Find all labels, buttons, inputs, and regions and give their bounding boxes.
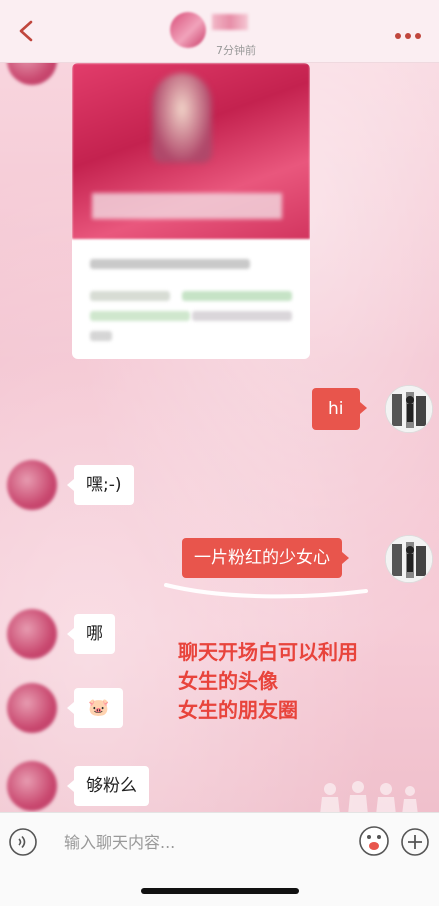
user-avatar[interactable] <box>385 385 433 433</box>
contact-avatar[interactable] <box>170 12 206 48</box>
annotation-line: 女生的头像 <box>178 669 278 693</box>
shared-moment-card[interactable] <box>72 63 310 359</box>
home-indicator[interactable] <box>141 888 299 894</box>
contact-avatar[interactable] <box>7 683 57 733</box>
chevron-left-icon[interactable] <box>16 20 38 42</box>
annotation-line: 女生的朋友圈 <box>178 698 298 722</box>
plus-icon[interactable] <box>400 827 430 857</box>
annotation-text: 聊天开场白可以利用 女生的头像 女生的朋友圈 <box>178 638 358 725</box>
incoming-message[interactable]: 嘿;-) <box>67 465 134 505</box>
contact-avatar[interactable] <box>7 609 57 659</box>
blurred-text-line <box>192 311 292 321</box>
moment-image-sign <box>92 193 282 219</box>
chat-header: 7分钟前 <box>0 0 439 63</box>
blurred-text-line <box>90 259 250 269</box>
watermark-icon <box>320 781 418 812</box>
last-active-time: 7分钟前 <box>216 44 256 57</box>
annotation-line: 聊天开场白可以利用 <box>178 640 358 664</box>
home-area <box>0 870 439 906</box>
blurred-text-line <box>90 311 190 321</box>
contact-avatar[interactable] <box>7 460 57 510</box>
incoming-message[interactable]: 哪 <box>67 614 115 654</box>
blurred-text-line <box>90 331 112 341</box>
more-dots-icon[interactable] <box>393 26 423 39</box>
message-input[interactable] <box>50 823 368 861</box>
input-bar <box>0 812 439 871</box>
moment-image-subject <box>152 73 212 163</box>
contact-name-blurred <box>212 14 248 30</box>
emoji-icon[interactable] <box>358 825 390 857</box>
blurred-text-line <box>182 291 292 301</box>
chat-area[interactable]: hi 嘿;-) 一片粉红的少女心 哪 🐷 够粉么 聊天开场白可以利用 女生的头像… <box>0 63 439 812</box>
incoming-message[interactable]: 🐷 <box>66 688 124 728</box>
outgoing-message[interactable]: 一片粉红的少女心 <box>182 538 349 578</box>
blurred-text-line <box>90 291 170 301</box>
incoming-message[interactable]: 够粉么 <box>67 766 149 806</box>
contact-avatar[interactable] <box>7 63 57 85</box>
highlight-underline <box>164 583 368 599</box>
voice-icon[interactable] <box>8 827 38 857</box>
outgoing-message[interactable]: hi <box>312 388 366 430</box>
contact-avatar[interactable] <box>7 761 57 811</box>
user-avatar[interactable] <box>385 535 433 583</box>
